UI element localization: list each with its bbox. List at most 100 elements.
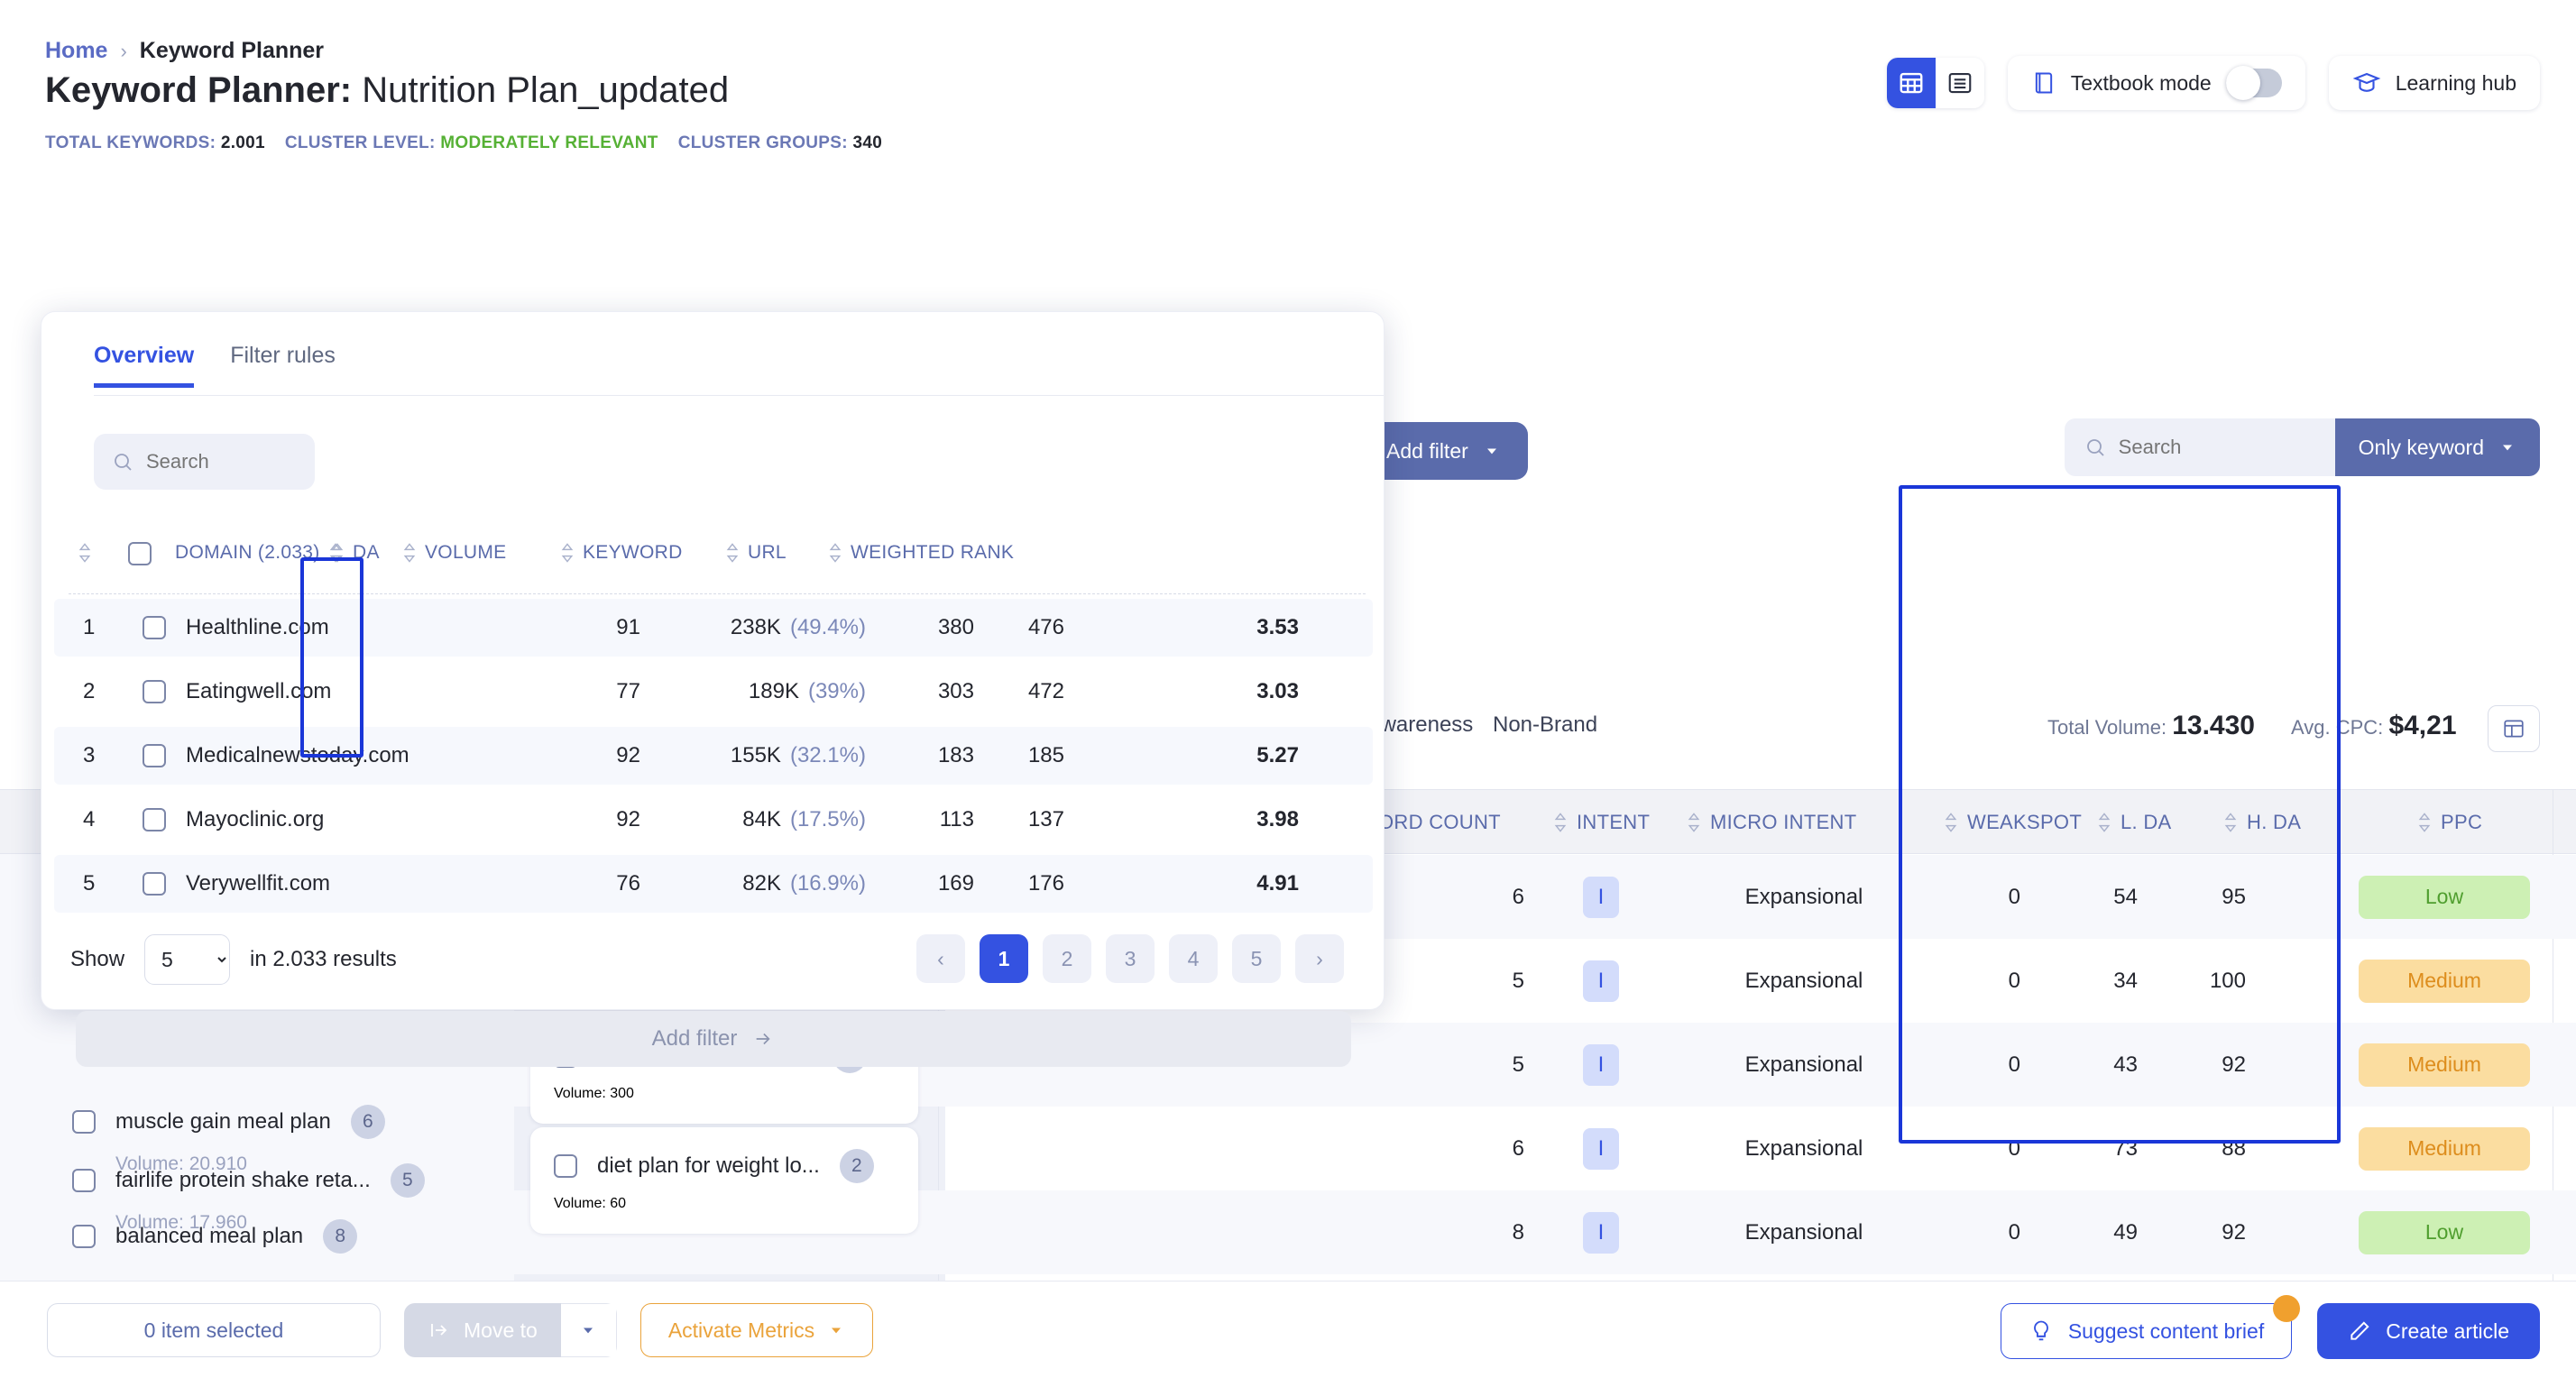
panel-column-header-url[interactable]: URL [725, 542, 787, 564]
column-header-weakspot-label: WEAKSPOT [1967, 811, 2083, 833]
panel-select-all-checkbox[interactable] [128, 542, 152, 565]
sort-icon [1553, 812, 1568, 833]
header-actions: Textbook mode Learning hub [1886, 56, 2540, 110]
cell-checkbox[interactable] [143, 791, 166, 849]
create-article-button[interactable]: Create article [2317, 1303, 2540, 1359]
keyword-label: diet plan for weight lo... [597, 1153, 820, 1178]
move-to-dropdown-button[interactable] [560, 1303, 617, 1357]
cell-ppc: Low [2336, 1190, 2553, 1274]
cell-index: 1 [83, 615, 96, 639]
pagination-page-button[interactable]: 5 [1232, 934, 1281, 983]
panel-add-filter-button[interactable]: Add filter [76, 1011, 1351, 1067]
textbook-mode-toggle[interactable] [2225, 66, 2282, 100]
cell-weighted-rank: 3.53 [1256, 615, 1299, 639]
app-root: Home › Keyword Planner Keyword Planner: … [0, 0, 2576, 1378]
cell-weakspot: 0 [2008, 968, 2020, 993]
cell-h-da: 100 [2209, 968, 2246, 993]
column-header-weakspot[interactable]: WEAKSPOT [1944, 790, 2082, 855]
cell-intent: I [1574, 1190, 1628, 1274]
cell-domain: Mayoclinic.org [186, 807, 325, 831]
pagination-page-button[interactable]: 4 [1169, 934, 1218, 983]
checkbox[interactable] [143, 616, 166, 639]
cell-da: 77 [616, 679, 640, 703]
pagination-page-button[interactable]: 2 [1043, 934, 1091, 983]
table-row[interactable]: 3 Medicalnewstoday.com 92 155K (32.1%) 183 185… [54, 727, 1373, 785]
column-header-micro-intent[interactable]: MICRO INTENT [1687, 790, 1856, 855]
panel-column-header-keyword[interactable]: KEYWORD [560, 542, 683, 564]
book-icon [2031, 69, 2056, 96]
sort-icon [725, 542, 740, 564]
cell-url-count: 472 [1027, 679, 1064, 703]
panel-column-header-weighted-rank[interactable]: WEIGHTED RANK [828, 542, 1014, 564]
checkbox[interactable] [128, 542, 152, 565]
keyword-label: muscle gain meal plan [115, 1109, 331, 1134]
column-header-ppc[interactable]: PPC [2417, 790, 2482, 855]
panel-search-wrapper[interactable] [94, 434, 315, 490]
list-item[interactable]: diet plan for weight lo... 2 Volume: 60 [530, 1127, 918, 1234]
column-settings-button[interactable] [2488, 705, 2540, 752]
pagination-next-button[interactable]: › [1295, 934, 1344, 983]
panel-header-divider [69, 593, 1366, 594]
rows-per-page-select[interactable]: 5 [144, 934, 231, 985]
grid-view-button[interactable] [1886, 58, 1936, 108]
table-row[interactable]: 4 Mayoclinic.org 92 84K (17.5%) 113 137 3.98 [54, 791, 1373, 849]
cell-checkbox[interactable] [143, 663, 166, 721]
panel-column-header-domain-label: DOMAIN (2.033) [175, 542, 320, 563]
panel-column-header-index-sort[interactable] [78, 542, 92, 564]
pagination-page-button[interactable]: 1 [980, 934, 1028, 983]
cluster-groups-label: CLUSTER GROUPS: [677, 133, 848, 152]
bottom-bar-left: 0 item selected Move to Activate Metrics [47, 1303, 874, 1357]
column-header-l-da[interactable]: L. DA [2097, 790, 2172, 855]
columns-icon [2502, 717, 2525, 740]
cell-weighted-rank: 5.27 [1256, 743, 1299, 767]
cell-checkbox[interactable] [143, 727, 166, 785]
list-item[interactable]: balanced meal plan 8 [72, 1219, 358, 1254]
panel-column-header-volume[interactable]: VOLUME [402, 542, 507, 564]
panel-column-header-da[interactable]: DA [330, 542, 380, 564]
panel-column-header-domain[interactable]: DOMAIN (2.033) [175, 542, 343, 564]
chip-non-brand[interactable]: Non-Brand [1493, 712, 1597, 738]
checkbox[interactable] [72, 1169, 96, 1192]
column-header-intent[interactable]: INTENT [1553, 790, 1650, 855]
cell-checkbox[interactable] [143, 855, 166, 913]
move-icon [428, 1319, 451, 1341]
checkbox[interactable] [554, 1154, 577, 1178]
checkbox[interactable] [72, 1225, 96, 1248]
cell-ppc: Medium [2336, 1107, 2553, 1190]
move-to-button[interactable]: Move to [404, 1303, 561, 1357]
pagination-page-button[interactable]: 3 [1106, 934, 1155, 983]
sort-icon [828, 542, 842, 564]
breadcrumb-home-link[interactable]: Home [45, 38, 107, 64]
column-header-h-da[interactable]: H. DA [2223, 790, 2301, 855]
checkbox[interactable] [72, 1110, 96, 1134]
panel-search-input[interactable] [146, 450, 281, 473]
checkbox[interactable] [143, 872, 166, 896]
cell-index: 3 [83, 743, 96, 767]
view-mode-toggle-group[interactable] [1886, 58, 1984, 108]
checkbox[interactable] [143, 808, 166, 831]
keyword-count-badge: 5 [390, 1163, 425, 1198]
table-row[interactable]: 1 Healthline.com 91 238K (49.4%) 380 476 3.53 [54, 599, 1373, 657]
cell-micro-intent: Expansional [1744, 1135, 1863, 1161]
activate-metrics-button[interactable]: Activate Metrics [639, 1303, 874, 1357]
cell-url-count: 176 [1027, 871, 1064, 896]
textbook-mode-card[interactable]: Textbook mode [2007, 56, 2305, 110]
keyword-label: fairlife protein shake reta... [115, 1168, 371, 1192]
items-selected-button[interactable]: 0 item selected [47, 1303, 381, 1357]
suggest-content-brief-button[interactable]: Suggest content brief [2000, 1295, 2301, 1359]
column-header-ppc-label: PPC [2441, 811, 2483, 833]
table-row[interactable]: 5 Verywellfit.com 76 82K (16.9%) 169 176 4.91 [54, 855, 1373, 913]
table-row[interactable]: 2 Eatingwell.com 77 189K (39%) 303 472 3.03 [54, 663, 1373, 721]
tab-overview[interactable]: Overview [94, 343, 195, 388]
pagination-prev-button[interactable]: ‹ [916, 934, 965, 983]
checkbox[interactable] [143, 744, 166, 767]
move-to-button-group[interactable]: Move to [404, 1303, 617, 1357]
checkbox[interactable] [143, 680, 166, 703]
cell-domain: Medicalnewstoday.com [186, 743, 409, 767]
learning-hub-card[interactable]: Learning hub [2328, 56, 2540, 110]
panel-column-header-url-label: URL [748, 542, 787, 563]
list-view-button[interactable] [1935, 58, 1984, 108]
tab-filter-rules[interactable]: Filter rules [230, 343, 336, 388]
column-header-word-count[interactable]: ORD COUNT [1378, 790, 1501, 855]
cell-checkbox[interactable] [143, 599, 166, 657]
